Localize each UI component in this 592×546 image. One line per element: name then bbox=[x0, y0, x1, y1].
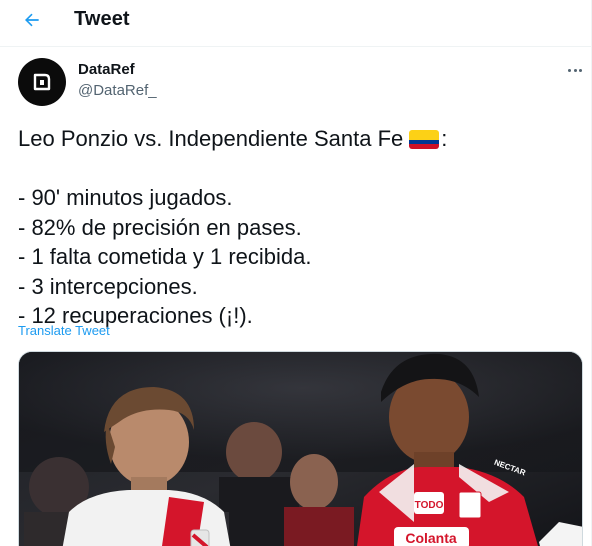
photo-scene: TODO Colanta NECTAR bbox=[19, 352, 582, 546]
tweet-line bbox=[18, 154, 578, 184]
back-button[interactable] bbox=[14, 2, 50, 38]
header-divider bbox=[0, 46, 592, 47]
tweet-photo[interactable]: TODO Colanta NECTAR bbox=[18, 351, 583, 546]
dataref-logo-icon bbox=[33, 73, 51, 91]
arrow-left-icon bbox=[25, 13, 39, 27]
author-handle[interactable]: @DataRef_ bbox=[78, 82, 157, 99]
sponsor-todo: TODO bbox=[415, 500, 444, 511]
top-bar: Tweet bbox=[0, 0, 592, 40]
more-options-button[interactable] bbox=[560, 58, 590, 82]
tweet-line: - 90' minutos jugados. bbox=[18, 185, 233, 210]
tweet-line-text: Leo Ponzio vs. Independiente Santa Fe bbox=[18, 126, 404, 151]
tweet-line: - 3 intercepciones. bbox=[18, 273, 198, 299]
tweet-line: - 1 falta cometida y 1 recibida. bbox=[18, 244, 312, 269]
tweet-line-suffix: : bbox=[441, 126, 448, 151]
tweet-text: Leo Ponzio vs. Independiente Santa Fe: -… bbox=[18, 124, 578, 331]
avatar[interactable] bbox=[18, 58, 66, 106]
page-title: Tweet bbox=[74, 8, 130, 30]
author-display-name[interactable]: DataRef bbox=[78, 61, 135, 78]
more-dot bbox=[578, 68, 582, 72]
tweet-line: - 82% de precisión en pases. bbox=[18, 214, 302, 240]
translate-tweet-link[interactable]: Translate Tweet bbox=[18, 323, 110, 338]
more-dots-icon bbox=[568, 68, 572, 72]
tweet-line: Leo Ponzio vs. Independiente Santa Fe: bbox=[18, 124, 578, 154]
colombia-flag-icon bbox=[409, 130, 440, 149]
more-dot bbox=[573, 68, 577, 72]
sponsor-colanta: Colanta bbox=[405, 530, 457, 546]
